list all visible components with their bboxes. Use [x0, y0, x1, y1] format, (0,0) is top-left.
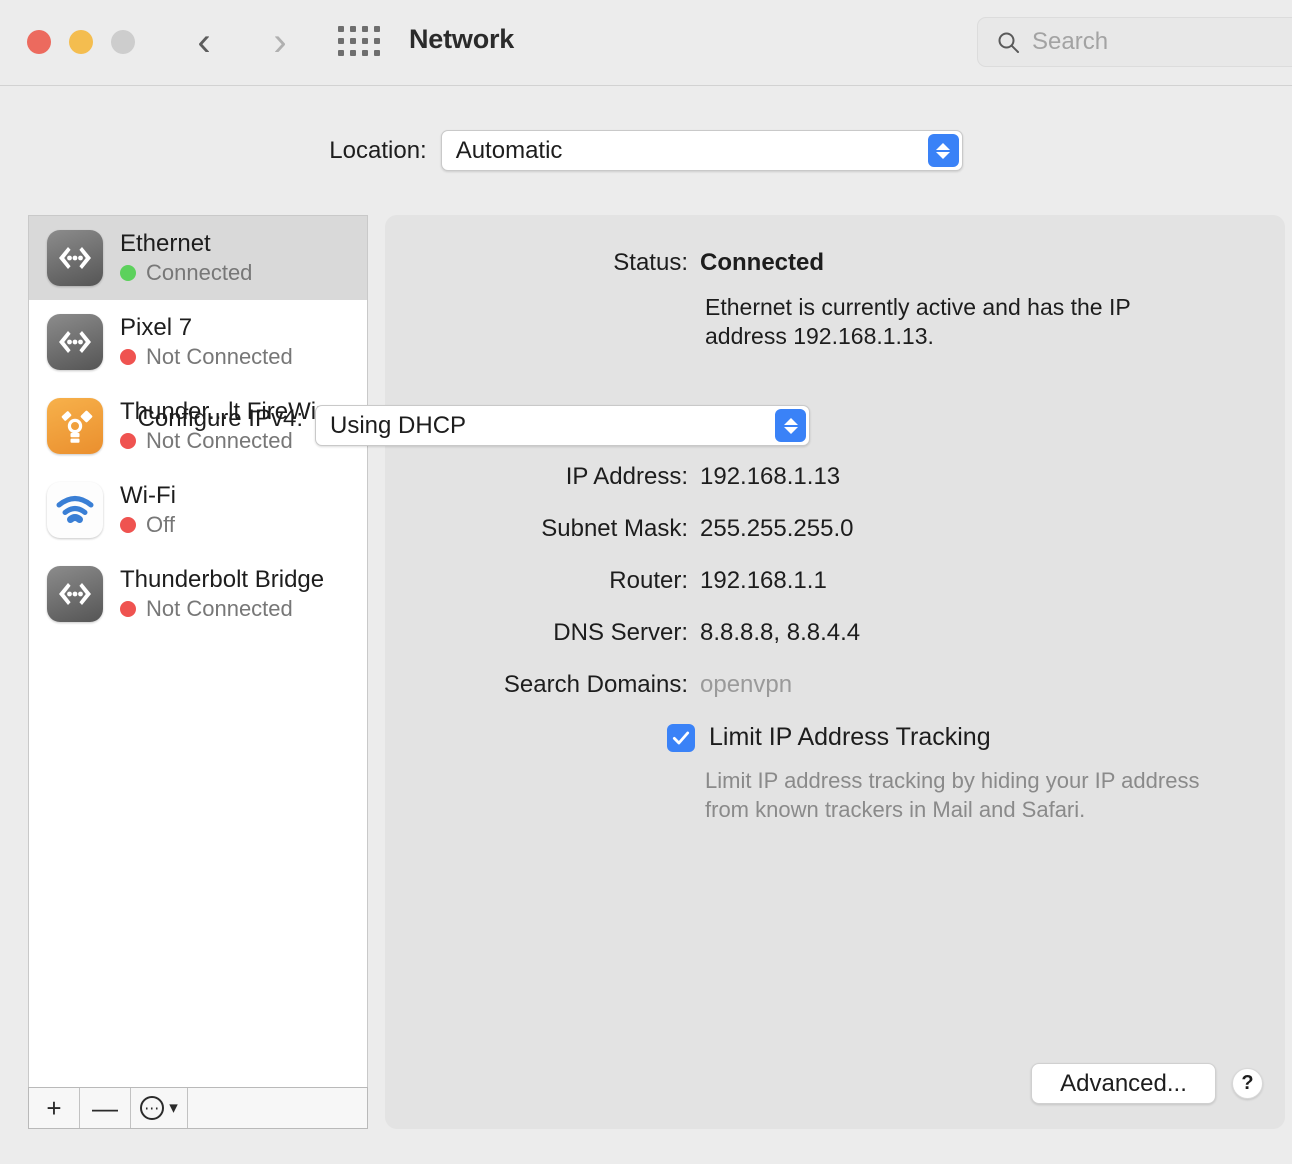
configure-ipv4-value: Using DHCP [330, 411, 467, 439]
status-badge: Not Connected [120, 596, 324, 622]
chevron-down-icon: ▾ [169, 1098, 178, 1117]
status-description: Ethernet is currently active and has the… [705, 294, 1131, 349]
search-domains-value: openvpn [700, 671, 793, 698]
limit-ip-tracking-label: Limit IP Address Tracking [709, 723, 991, 751]
close-button[interactable] [27, 30, 51, 54]
location-value: Automatic [455, 136, 563, 164]
search-domains-field: Search Domains: openvpn [385, 671, 1285, 699]
wifi-icon [47, 482, 103, 538]
status-badge: Connected [120, 260, 252, 286]
sidebar-item-label: Pixel 7 [120, 313, 193, 341]
search-input[interactable] [1032, 28, 1282, 56]
forward-icon[interactable]: › [261, 18, 299, 66]
subnet-mask-label: Subnet Mask: [541, 515, 688, 542]
remove-service-button[interactable]: — [80, 1088, 131, 1128]
status-dot-icon [120, 517, 136, 534]
sidebar-item-pixel-7[interactable]: Pixel 7 Not Connected [29, 300, 367, 384]
subnet-mask-value: 255.255.255.0 [700, 515, 854, 542]
service-actions-button[interactable]: ⋯ ▾ [131, 1088, 188, 1128]
sidebar-toolbar: + — ⋯ ▾ [28, 1087, 368, 1129]
network-services-list[interactable]: Ethernet Connected Pixel 7 Not Connected [28, 215, 368, 1087]
limit-ip-tracking-description: Limit IP address tracking by hiding your… [705, 768, 1200, 822]
window-titlebar: ‹ › Network [0, 0, 1292, 86]
grid-view-icon[interactable] [338, 26, 382, 58]
configure-ipv4-label: Configure IPv4: [137, 405, 303, 432]
back-icon[interactable]: ‹ [185, 18, 223, 66]
chevron-updown-icon[interactable] [775, 409, 806, 442]
sidebar-item-label: Wi-Fi [120, 481, 176, 509]
dns-server-label: DNS Server: [553, 619, 688, 646]
ip-address-value: 192.168.1.13 [700, 463, 841, 490]
sidebar-item-thunderbolt-bridge[interactable]: Thunderbolt Bridge Not Connected [29, 552, 367, 636]
dns-server-value: 8.8.8.8, 8.8.4.4 [700, 619, 861, 646]
sidebar-item-status: Not Connected [146, 596, 293, 622]
location-popup-button[interactable]: Automatic [440, 130, 963, 171]
sidebar-item-ethernet[interactable]: Ethernet Connected [29, 216, 367, 300]
search-icon [998, 32, 1019, 53]
status-value: Connected [700, 249, 825, 276]
location-row: Location: Automatic [0, 130, 1292, 171]
checkmark-icon [672, 731, 690, 744]
traffic-lights [27, 30, 135, 54]
search-field[interactable] [977, 17, 1292, 67]
sidebar-item-label: Ethernet [120, 229, 211, 257]
ethernet-icon [47, 566, 103, 622]
status-label: Status: [613, 249, 688, 276]
navigation-arrows: ‹ › [185, 18, 299, 66]
configure-ipv4-popup-button[interactable]: Using DHCP [315, 405, 810, 446]
ethernet-icon [47, 314, 103, 370]
configure-ipv4-field: Configure IPv4: Using DHCP [0, 405, 900, 446]
advanced-button[interactable]: Advanced... [1031, 1063, 1216, 1104]
page-title: Network [409, 24, 515, 54]
ellipsis-circle-icon: ⋯ [140, 1096, 165, 1120]
sidebar-item-status: Connected [146, 260, 253, 286]
router-field: Router: 192.168.1.1 [385, 567, 1285, 595]
sidebar-item-status: Off [146, 512, 175, 538]
location-label: Location: [329, 136, 427, 164]
router-value: 192.168.1.1 [700, 567, 827, 594]
help-button[interactable]: ? [1232, 1068, 1263, 1099]
status-dot-icon [120, 601, 136, 618]
status-dot-icon [120, 349, 136, 366]
limit-ip-tracking-checkbox[interactable] [667, 723, 695, 752]
ip-address-field: IP Address: 192.168.1.13 [385, 463, 1285, 491]
sidebar-item-wifi[interactable]: Wi-Fi Off [29, 468, 367, 552]
subnet-mask-field: Subnet Mask: 255.255.255.0 [385, 515, 1285, 543]
status-dot-icon [120, 265, 136, 282]
zoom-button[interactable] [111, 30, 135, 54]
status-field: Status: Connected [385, 249, 1285, 277]
add-service-button[interactable]: + [29, 1088, 80, 1128]
limit-ip-tracking-row[interactable]: Limit IP Address Tracking [667, 723, 991, 752]
ethernet-icon [47, 230, 103, 286]
status-badge: Off [120, 512, 176, 538]
sidebar-item-label: Thunderbolt Bridge [120, 565, 325, 593]
search-domains-label: Search Domains: [503, 671, 688, 698]
chevron-updown-icon[interactable] [927, 134, 959, 167]
dns-server-field: DNS Server: 8.8.8.8, 8.8.4.4 [385, 619, 1285, 647]
sidebar-item-status: Not Connected [146, 344, 293, 370]
ip-address-label: IP Address: [565, 463, 688, 490]
minimize-button[interactable] [69, 30, 93, 54]
status-badge: Not Connected [120, 344, 293, 370]
router-label: Router: [609, 567, 688, 594]
